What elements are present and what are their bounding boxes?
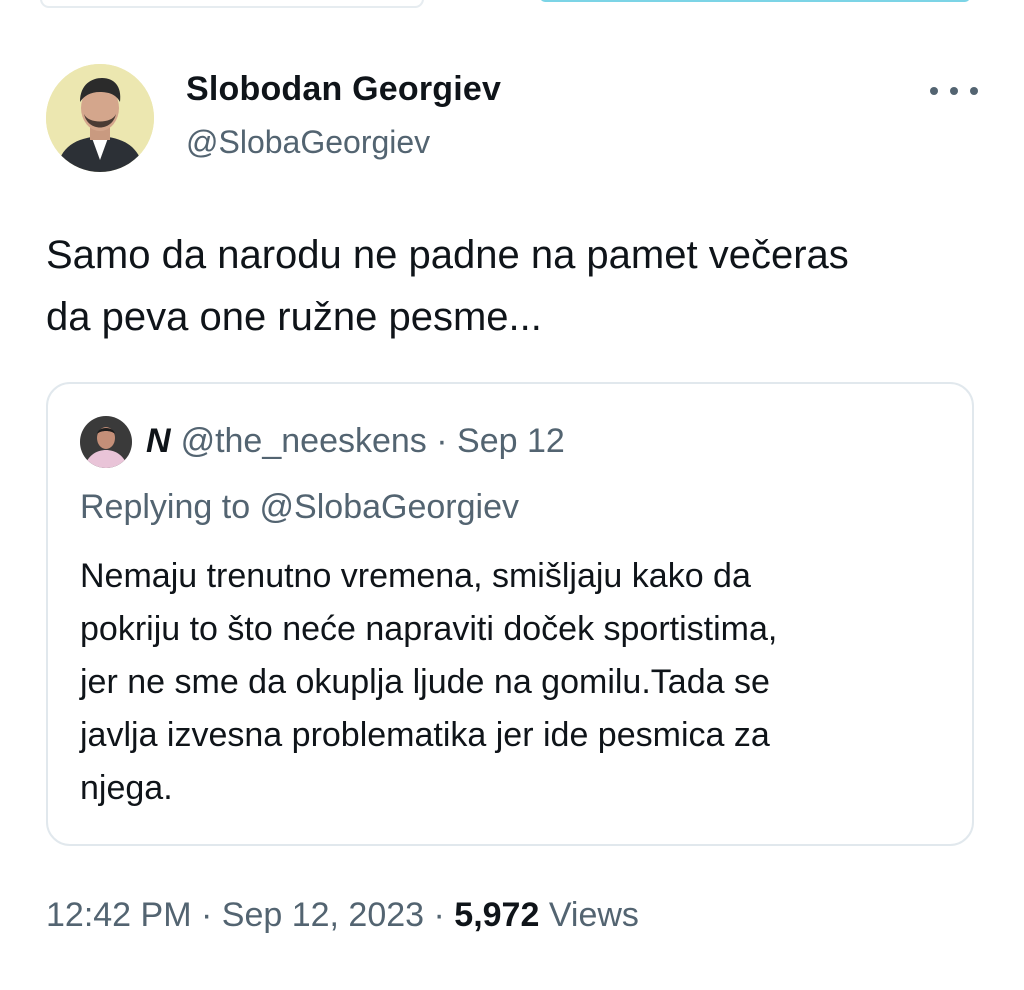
author-handle[interactable]: @SlobaGeorgiev [186,124,430,161]
quoted-text-line: javlja izvesna problematika jer ide pesm… [80,716,770,754]
tweet-page: Slobodan Georgiev @SlobaGeorgiev Samo da… [0,0,1024,990]
views-count: 5,972 [454,896,540,934]
author-name[interactable]: Slobodan Georgiev [186,70,501,109]
quoted-text-line: pokriju to što neće napraviti doček spor… [80,610,778,648]
quoted-author-name[interactable]: N [146,422,171,460]
previous-card-edge [40,0,424,8]
tweet-text-line: Samo da narodu ne padne na pamet večeras [46,233,849,277]
tweet-time[interactable]: 12:42 PM [46,896,192,934]
person-avatar-icon [80,416,132,468]
dot [970,87,978,95]
quoted-text-line: Nemaju trenutno vremena, smišljaju kako … [80,557,751,595]
views-label: Views [548,896,639,934]
author-avatar[interactable] [46,64,154,172]
quoted-author-avatar[interactable] [80,416,132,468]
quoted-tweet-header: N @the_neeskens · Sep 12 [146,422,565,461]
quoted-tweet-date[interactable]: Sep 12 [457,422,565,460]
quoted-tweet-card[interactable]: N @the_neeskens · Sep 12 Replying to @Slo… [46,382,974,846]
quoted-text-line: jer ne sme da okuplja ljude na gomilu.Ta… [80,663,770,701]
header-separator: · [436,422,448,460]
quoted-author-handle[interactable]: @the_neeskens [181,422,427,460]
tweet-meta: 12:42 PM · Sep 12, 2023 · 5,972 Views [46,896,639,935]
person-avatar-icon [46,64,154,172]
tweet-text: Samo da narodu ne padne na pamet večeras… [46,224,996,348]
meta-separator: · [433,896,445,934]
tweet-date[interactable]: Sep 12, 2023 [222,896,424,934]
dot [930,87,938,95]
more-options-icon[interactable] [930,78,978,104]
quoted-text-line: njega. [80,769,173,807]
replying-to-label: Replying to @SlobaGeorgiev [80,488,519,526]
quoted-tweet-text: Nemaju trenutno vremena, smišljaju kako … [80,550,950,815]
meta-separator: · [200,896,213,934]
tweet-text-line: da peva one ružne pesme... [46,295,542,339]
previous-button-edge [540,0,970,2]
dot [950,87,958,95]
